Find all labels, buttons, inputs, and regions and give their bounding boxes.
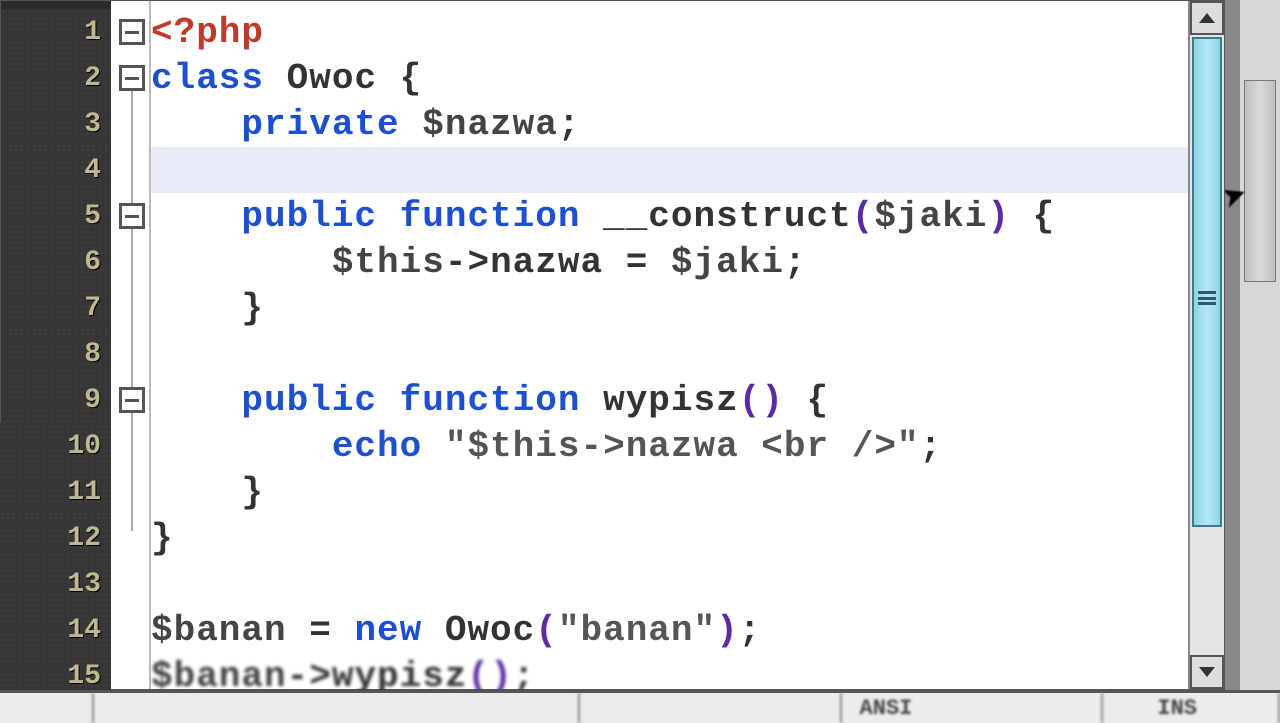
variable: $nazwa xyxy=(400,104,558,145)
code-line[interactable]: } xyxy=(151,285,1188,331)
keyword: private xyxy=(151,104,400,145)
code-line[interactable]: } xyxy=(151,469,1188,515)
class-name: Owoc xyxy=(422,610,535,651)
brace: { xyxy=(784,380,829,421)
line-number: 10 xyxy=(0,423,111,469)
punct: ; xyxy=(739,610,762,651)
paren: ) xyxy=(987,196,1010,237)
line-number: 3 xyxy=(1,101,111,147)
function-name: wypisz xyxy=(580,380,738,421)
brace: { xyxy=(1010,196,1055,237)
keyword: function xyxy=(377,380,580,421)
paren: ) xyxy=(716,610,739,651)
line-number: 5 xyxy=(1,193,111,239)
line-number: 1 xyxy=(1,9,111,55)
fold-toggle[interactable] xyxy=(119,65,145,91)
punct: ; xyxy=(558,104,581,145)
status-cell xyxy=(1103,693,1139,723)
string: "$this->nazwa <br />" xyxy=(445,426,920,467)
line-number: 6 xyxy=(1,239,111,285)
line-number: 12 xyxy=(0,515,111,561)
fold-guide xyxy=(131,229,133,305)
keyword: class xyxy=(151,58,264,99)
code-line[interactable]: <?php xyxy=(151,9,1188,55)
status-encoding: ANSI xyxy=(842,693,1104,723)
line-number-gutter: 1 2 3 4 5 6 7 8 9 10 11 12 13 14 15 xyxy=(1,1,113,689)
line-number: 8 xyxy=(1,331,111,377)
class-name: Owoc xyxy=(264,58,400,99)
scroll-up-button[interactable] xyxy=(1190,1,1224,35)
paren: ( xyxy=(852,196,875,237)
brace: } xyxy=(151,472,264,513)
fold-guide xyxy=(131,413,133,489)
keyword: echo xyxy=(151,426,445,467)
property: nazwa xyxy=(490,242,603,283)
outer-scrollbar[interactable] xyxy=(1240,0,1280,720)
keyword: public xyxy=(151,380,377,421)
code-line[interactable]: echo "$this->nazwa <br />" ; xyxy=(151,423,1188,469)
code-line[interactable] xyxy=(151,561,1188,607)
vertical-scrollbar[interactable] xyxy=(1188,1,1224,689)
op: = xyxy=(287,610,355,651)
status-cell xyxy=(94,693,580,723)
status-cell xyxy=(0,693,94,723)
line-number: 7 xyxy=(1,285,111,331)
variable: $this xyxy=(151,242,445,283)
variable: $banan xyxy=(151,610,287,651)
op: = xyxy=(603,242,671,283)
code-line[interactable]: public function wypisz () { xyxy=(151,377,1188,423)
brace: } xyxy=(151,518,174,559)
punct: ; xyxy=(920,426,943,467)
scrollbar-grip-icon xyxy=(1198,291,1216,305)
variable: $jaki xyxy=(671,242,784,283)
code-editor: 1 2 3 4 5 6 7 8 9 10 11 12 13 14 15 <?ph… xyxy=(0,0,1225,690)
line-number: 11 xyxy=(0,469,111,515)
paren: ( xyxy=(535,610,558,651)
punct: ; xyxy=(784,242,807,283)
code-line-current[interactable] xyxy=(151,147,1188,193)
status-bar: ANSI INS xyxy=(0,690,1280,723)
code-line[interactable]: $this -> nazwa = $jaki ; xyxy=(151,239,1188,285)
scroll-down-button[interactable] xyxy=(1190,655,1224,689)
code-line[interactable]: public function __construct ( $jaki ) { xyxy=(151,193,1188,239)
line-number: 4 xyxy=(1,147,111,193)
string: "banan" xyxy=(558,610,716,651)
fold-toggle[interactable] xyxy=(119,203,145,229)
arrow: -> xyxy=(445,242,490,283)
fold-toggle[interactable] xyxy=(119,387,145,413)
status-cell xyxy=(580,693,842,723)
brace: { xyxy=(400,58,423,99)
fold-toggle[interactable] xyxy=(119,19,145,45)
line-number: 9 xyxy=(1,377,111,423)
status-mode: INS xyxy=(1139,693,1280,723)
outer-scrollbar-thumb[interactable] xyxy=(1244,80,1276,282)
code-line[interactable] xyxy=(151,331,1188,377)
function-name: __construct xyxy=(580,196,851,237)
line-number: 2 xyxy=(1,55,111,101)
brace: } xyxy=(151,288,264,329)
code-line[interactable]: private $nazwa ; xyxy=(151,101,1188,147)
keyword: function xyxy=(377,196,580,237)
fold-column xyxy=(111,1,151,689)
variable: $jaki xyxy=(874,196,987,237)
keyword: public xyxy=(151,196,377,237)
code-area[interactable]: <?php class Owoc { private $nazwa ; publ… xyxy=(151,1,1188,689)
paren: () xyxy=(739,380,784,421)
code-line[interactable]: $banan = new Owoc ( "banan" ) ; xyxy=(151,607,1188,653)
keyword: new xyxy=(354,610,422,651)
code-line[interactable]: } xyxy=(151,515,1188,561)
scrollbar-thumb[interactable] xyxy=(1192,37,1222,527)
line-number: 14 xyxy=(0,607,111,653)
line-number: 13 xyxy=(0,561,111,607)
php-open-tag: <?php xyxy=(151,12,264,53)
code-line[interactable]: class Owoc { xyxy=(151,55,1188,101)
